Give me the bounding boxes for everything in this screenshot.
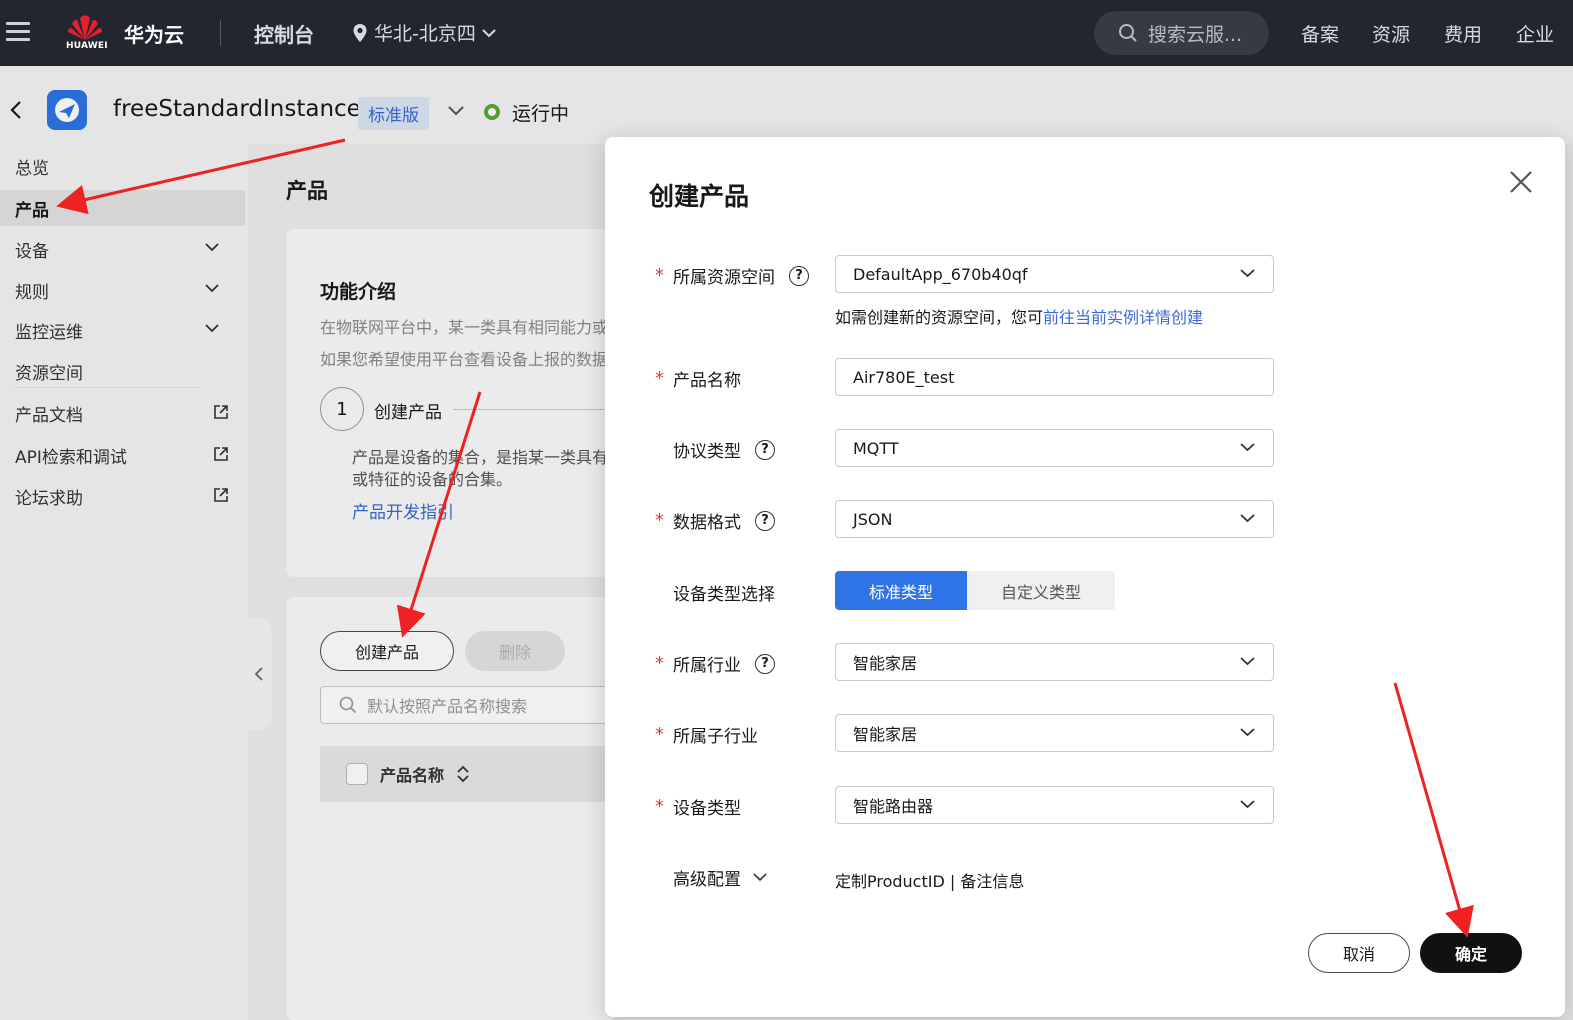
product-name-input[interactable]: Air780E_test [835,358,1274,396]
input-value: Air780E_test [853,367,955,387]
help-icon[interactable]: ? [755,510,775,531]
hint-text: 如需创建新的资源空间，您可 [835,308,1044,327]
search-placeholder: 搜索云服... [1148,23,1243,46]
select-value: 智能家居 [853,654,918,673]
dialog-title: 创建产品 [649,182,750,211]
field-label-product-name: * 产品名称 [655,366,741,391]
field-label-resource-space: * 所属资源空间 ? [655,263,809,288]
create-product-dialog: 创建产品 * 所属资源空间 ? DefaultApp_670b40qf 如需创建… [605,137,1565,1017]
help-icon[interactable]: ? [789,265,809,286]
chevron-down-icon [1240,269,1255,278]
required-mark: * [655,510,664,531]
label-text: 产品名称 [673,371,741,391]
device-type-toggle: 标准类型 自定义类型 [835,571,1115,610]
label-text: 协议类型 [673,442,741,462]
chevron-down-icon [1240,800,1255,809]
field-label-protocol: 协议类型 ? [655,437,775,462]
field-label-industry: * 所属行业 ? [655,651,775,676]
sub-industry-select[interactable]: 智能家居 [835,714,1274,752]
label-text: 所属行业 [673,656,741,676]
search-icon [1119,24,1137,42]
chevron-down-icon [1240,514,1255,523]
chevron-down-icon [753,873,767,882]
required-mark: * [655,368,664,389]
required-mark: * [655,724,664,745]
label-text: 设备类型选择 [673,585,775,605]
brand-name[interactable]: 华为云 [124,19,184,48]
close-icon[interactable] [1508,169,1534,195]
cancel-button[interactable]: 取消 [1308,933,1410,973]
required-mark: * [655,265,664,286]
nav-enterprise[interactable]: 企业 [1516,20,1554,47]
confirm-button[interactable]: 确定 [1420,933,1522,973]
help-icon[interactable]: ? [755,439,775,460]
region-selector[interactable]: 华北-北京四 [352,19,496,46]
select-value: 智能家居 [853,725,918,744]
field-label-sub-industry: * 所属子行业 [655,722,758,747]
select-value: MQTT [853,438,899,458]
region-label: 华北-北京四 [374,23,476,45]
select-value: 智能路由器 [853,797,934,816]
select-value: DefaultApp_670b40qf [853,264,1028,284]
global-search[interactable]: 搜索云服... [1094,11,1269,55]
label-text: 所属子行业 [673,727,758,747]
menu-icon[interactable] [6,22,30,42]
standard-type-option[interactable]: 标准类型 [835,571,967,610]
field-label-device-type: * 设备类型 [655,794,741,819]
instance-detail-link[interactable]: 前往当前实例详情创建 [1043,308,1203,327]
label-text: 高级配置 [673,870,741,890]
chevron-down-icon [482,28,496,37]
chevron-down-icon [1240,657,1255,666]
field-label-data-format: * 数据格式 ? [655,508,775,533]
industry-select[interactable]: 智能家居 [835,643,1274,681]
protocol-select[interactable]: MQTT [835,429,1274,467]
resource-space-hint: 如需创建新的资源空间，您可前往当前实例详情创建 [835,304,1203,328]
required-mark: * [655,796,664,817]
help-icon[interactable]: ? [755,653,775,674]
chevron-down-icon [1240,728,1255,737]
advanced-config-summary: 定制ProductID | 备注信息 [835,872,1025,891]
nav-filing[interactable]: 备案 [1301,20,1339,47]
chevron-down-icon [1240,443,1255,452]
console-link[interactable]: 控制台 [254,19,314,48]
resource-space-select[interactable]: DefaultApp_670b40qf [835,255,1274,293]
nav-billing[interactable]: 费用 [1444,20,1482,47]
nav-resources[interactable]: 资源 [1372,20,1410,47]
data-format-select[interactable]: JSON [835,500,1274,538]
label-text: 数据格式 [673,513,741,533]
device-type-select[interactable]: 智能路由器 [835,786,1274,824]
custom-type-option[interactable]: 自定义类型 [967,571,1115,610]
field-label-device-type-choice: 设备类型选择 [655,580,775,605]
logo-text: HUAWEI [66,41,108,51]
advanced-config-toggle[interactable]: 高级配置 [655,865,767,890]
top-bar: HUAWEI 华为云 控制台 华北-北京四 搜索云服... 备案 资源 费用 企… [0,0,1573,66]
select-value: JSON [853,509,893,529]
divider [220,20,221,46]
required-mark: * [655,653,664,674]
label-text: 设备类型 [673,799,741,819]
label-text: 所属资源空间 [673,268,775,288]
location-pin-icon [353,23,367,42]
